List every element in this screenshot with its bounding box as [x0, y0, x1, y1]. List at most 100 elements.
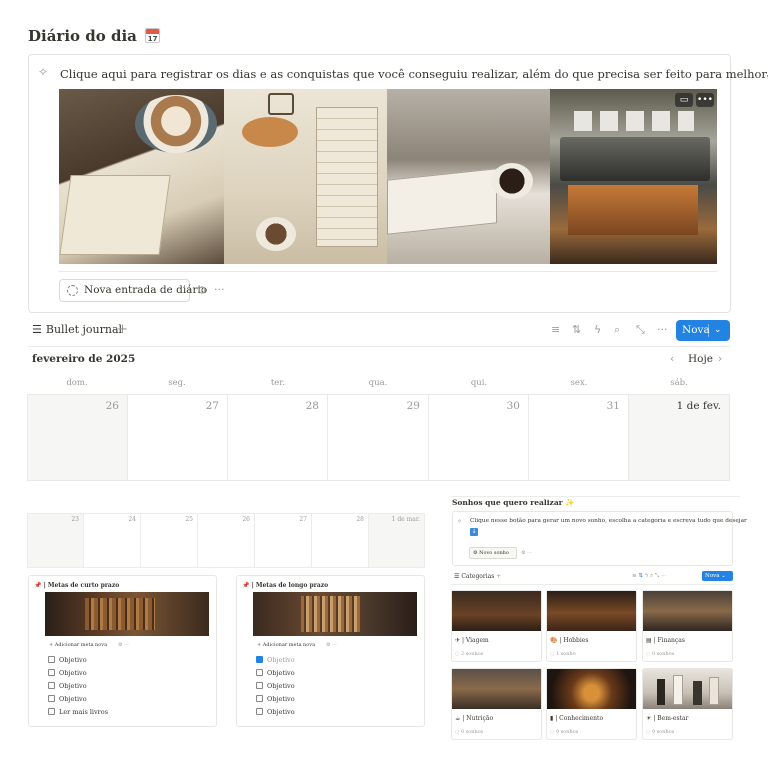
chevron-down-icon: ⌄ — [721, 573, 726, 579]
gear-icon[interactable]: ⚙ ··· — [521, 550, 532, 556]
nutrition-image — [452, 669, 541, 709]
short-goals-title-text: | Metas de curto prazo — [43, 582, 120, 589]
dreams-title: Sonhos que quero realizar ✨ — [452, 498, 575, 507]
new-journal-entry-button[interactable]: Nova entrada de diário — [59, 279, 207, 302]
goal-item[interactable]: Objetivo — [256, 669, 295, 677]
weekday-fri: sex. — [570, 378, 588, 388]
category-count: ◌ 0 sonhos — [550, 729, 579, 735]
add-view-icon[interactable]: + — [496, 573, 501, 580]
checkbox[interactable] — [48, 708, 55, 715]
goal-item[interactable]: Objetivo — [256, 708, 295, 716]
goal-item[interactable]: Objetivo — [256, 695, 295, 703]
categories-db-title[interactable]: ☰ Categorias + — [454, 573, 501, 580]
sun-icon: ☀ — [646, 715, 652, 722]
calendar-day-cell[interactable]: 26 — [27, 394, 128, 481]
goal-item[interactable]: Objetivo — [48, 695, 87, 703]
mini-day-cell[interactable]: 28 — [312, 513, 369, 568]
sort-icon[interactable]: ⇅ — [572, 323, 581, 336]
checkbox-checked[interactable] — [256, 656, 263, 663]
calendar-day-cell[interactable]: 31 — [529, 394, 629, 481]
more-dots-icon[interactable]: ··· — [214, 283, 225, 296]
checkbox[interactable] — [256, 708, 263, 715]
day-number: 30 — [506, 400, 520, 412]
mini-day-cell[interactable]: 23 — [27, 513, 84, 568]
calendar-day-cell[interactable]: 27 — [128, 394, 228, 481]
add-view-icon[interactable]: + — [117, 322, 128, 337]
day-number: 23 — [71, 516, 79, 523]
checkbox[interactable] — [48, 695, 55, 702]
sparkles-icon: ✨ — [565, 498, 575, 507]
add-short-goal-button[interactable]: + Adicionar meta nova — [49, 642, 107, 648]
finance-image — [643, 591, 732, 631]
new-dream-button-label: ⚙ Novo sonho — [473, 550, 509, 556]
long-goals-title: 📌 | Metas de longo prazo — [242, 582, 328, 589]
filter-icon[interactable]: ≡ — [551, 323, 560, 336]
today-button[interactable]: Hoje — [688, 353, 713, 365]
cover-collage-image: ▭ ••• — [59, 89, 717, 264]
new-page-button[interactable]: Nova ⌄ — [676, 320, 730, 341]
calendar-day-cell[interactable]: 30 — [429, 394, 529, 481]
mini-day-cell[interactable]: 1 de mar. — [369, 513, 425, 568]
new-button-label: Nova — [705, 573, 720, 579]
espresso-machine-photo — [550, 89, 717, 264]
categories-title-text: Categorias — [461, 573, 495, 580]
sparkles-icon: ✧ — [38, 65, 49, 79]
checkbox[interactable] — [48, 682, 55, 689]
next-month-icon[interactable]: › — [718, 353, 722, 365]
add-goal-label: Adicionar meta nova — [262, 642, 316, 648]
category-title: ▤ | Finanças — [646, 637, 685, 644]
goal-item[interactable]: Objetivo — [256, 656, 295, 664]
category-title: ▮ | Conhecimento — [550, 715, 603, 722]
goal-item[interactable]: Objetivo — [48, 656, 87, 664]
toolbar-icons[interactable]: ≡ ⇅ ϟ ⌕ ⤡ ··· — [632, 573, 666, 580]
arrow-down-icon: ↓ — [470, 528, 478, 536]
goal-item[interactable]: Objetivo — [48, 669, 87, 677]
checkbox[interactable] — [256, 682, 263, 689]
mini-day-cell[interactable]: 24 — [84, 513, 141, 568]
goal-item[interactable]: Objetivo — [48, 682, 87, 690]
goal-item[interactable]: Objetivo — [256, 682, 295, 690]
sparkles-icon: ✧ — [457, 518, 463, 525]
day-number: 27 — [299, 516, 307, 523]
prev-month-icon[interactable]: ‹ — [670, 353, 674, 365]
gear-icon[interactable]: ⚙ ··· — [118, 642, 129, 648]
more-options-icon[interactable]: ••• — [696, 93, 714, 107]
calendar-month: fevereiro de 2025 — [32, 353, 136, 365]
categories-divider — [451, 584, 734, 585]
calendar-day-cell[interactable]: 1 de fev. — [629, 394, 730, 481]
checkbox[interactable] — [256, 669, 263, 676]
category-label: | Finanças — [653, 637, 685, 644]
long-goals-title-text: | Metas de longo prazo — [251, 582, 329, 589]
lightning-icon[interactable]: ϟ — [594, 323, 601, 336]
weekday-sat: sáb. — [670, 378, 688, 388]
short-goals-title: 📌 | Metas de curto prazo — [34, 582, 119, 589]
mini-day-cell[interactable]: 26 — [198, 513, 255, 568]
more-dots-icon[interactable]: ··· — [657, 323, 668, 336]
category-title: 🎨 | Hobbies — [550, 637, 588, 644]
expand-icon[interactable]: ⤡ — [636, 323, 645, 337]
calendar-day-cell[interactable]: 29 — [328, 394, 429, 481]
checkbox[interactable] — [48, 656, 55, 663]
goal-label: Objetivo — [59, 695, 87, 703]
search-icon[interactable]: ⌕ — [614, 323, 620, 337]
checkbox[interactable] — [256, 695, 263, 702]
goal-label: Objetivo — [267, 708, 295, 716]
database-title[interactable]: ☰ Bullet journal — [32, 323, 122, 336]
calendar-day-cell[interactable]: 28 — [228, 394, 328, 481]
goal-item[interactable]: Ler mais livros — [48, 708, 108, 716]
chevron-down-icon[interactable]: ⌄ — [714, 320, 722, 341]
bookshelf-image — [253, 592, 417, 636]
gear-icon[interactable]: ⚙ — [197, 284, 207, 297]
comment-icon[interactable]: ▭ — [675, 93, 693, 107]
category-count: ◌ 0 sonhos — [646, 651, 675, 657]
add-long-goal-button[interactable]: + Adicionar meta nova — [257, 642, 315, 648]
day-number: 26 — [242, 516, 250, 523]
checkbox[interactable] — [48, 669, 55, 676]
mini-day-cell[interactable]: 27 — [255, 513, 312, 568]
library-image — [45, 592, 209, 636]
mini-day-cell[interactable]: 25 — [141, 513, 198, 568]
gear-icon[interactable]: ⚙ ··· — [326, 642, 337, 648]
add-goal-label: Adicionar meta nova — [54, 642, 108, 648]
new-category-button[interactable]: Nova ⌄ — [702, 571, 733, 581]
stack-icon: ☰ — [454, 573, 460, 580]
